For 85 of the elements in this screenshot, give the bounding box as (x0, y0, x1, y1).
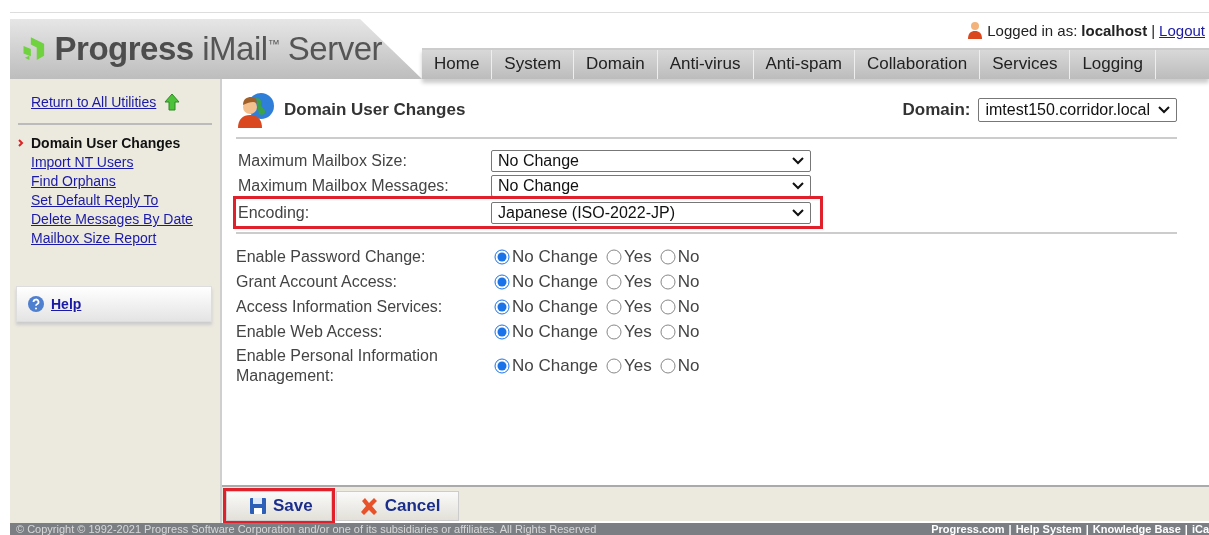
radio-label: No Change (512, 356, 598, 376)
nav-tab[interactable]: System (492, 49, 575, 79)
sidebar-item[interactable]: Find Orphans (31, 173, 116, 189)
radio-button[interactable] (606, 248, 622, 265)
help-link[interactable]: Help (51, 296, 82, 312)
login-label: Logged in as: (987, 21, 1078, 39)
radio-button[interactable] (606, 358, 622, 374)
nav-tab[interactable]: Home (422, 49, 493, 79)
radio-label: No Change (512, 296, 598, 317)
radio-button[interactable] (659, 298, 676, 315)
logo-text: Progress iMail$^{™}$ Server (54, 30, 382, 68)
radio-label: No (677, 296, 700, 317)
chevron-right-icon (18, 139, 24, 147)
user-globe-icon (236, 90, 276, 130)
user-name: localhost (1081, 21, 1148, 39)
sidebar-item[interactable]: Import NT Users (31, 154, 134, 170)
field-label: Maximum Mailbox Size: (238, 151, 408, 170)
up-arrow-icon (164, 93, 181, 111)
sidebar-item[interactable]: Domain User Changes (31, 135, 181, 151)
radio-button[interactable] (659, 273, 676, 290)
radio-button[interactable] (494, 358, 510, 374)
nav-tab[interactable]: Domain (574, 49, 658, 79)
footer-link[interactable]: Help System (1015, 523, 1082, 535)
chevron-icon (1158, 106, 1170, 114)
footer-link[interactable]: iCa (1191, 523, 1209, 535)
field-label: Encoding: (238, 203, 311, 222)
cross-icon (358, 496, 379, 516)
radio-label: Yes (624, 271, 652, 292)
field-label: Enable Web Access: (236, 321, 384, 342)
nav-tab[interactable]: Anti-virus (657, 49, 754, 79)
domain-select[interactable]: imtest150.corridor.local (978, 98, 1177, 122)
radio-button[interactable] (494, 248, 510, 265)
radio-button[interactable] (494, 298, 510, 315)
field-label: Maximum Mailbox Messages: (238, 176, 450, 195)
dropdown-field[interactable]: No Change (491, 174, 811, 197)
separator: | (1008, 523, 1012, 535)
radio-label: No (677, 271, 700, 292)
separator: | (1151, 21, 1156, 39)
radio-label: Yes (624, 356, 652, 376)
sidebar-item[interactable]: Delete Messages By Date (31, 211, 193, 227)
radio-button[interactable] (659, 358, 676, 374)
chevron-icon (792, 181, 804, 190)
radio-button[interactable] (494, 323, 510, 340)
sidebar-item[interactable]: Set Default Reply To (31, 192, 159, 208)
radio-label: Yes (624, 246, 652, 267)
field-label: Enable Password Change: (236, 246, 427, 267)
field-label: Grant Account Access: (236, 271, 398, 292)
radio-label: No Change (512, 246, 598, 267)
field-label: Access Information Services: (236, 296, 444, 317)
copyright-text: © Copyright © 1992-2021 Progress Software Corporation and/or one of its subsidiaries or affiliates. All Rights Reserved (16, 523, 597, 535)
field-label: Enable Personal Information Management: (236, 346, 439, 386)
radio-button[interactable] (606, 273, 622, 290)
footer-link[interactable]: Knowledge Base (1092, 523, 1181, 535)
separator: | (1085, 523, 1089, 535)
radio-button[interactable] (606, 323, 622, 340)
radio-button[interactable] (606, 298, 622, 315)
save-button[interactable]: Save (226, 491, 332, 521)
user-icon (967, 21, 984, 40)
logout-link[interactable]: Logout (1159, 21, 1205, 39)
footer-link[interactable]: Progress.com (931, 523, 1005, 535)
radio-label: No (677, 246, 700, 267)
nav-tab[interactable]: Services (980, 49, 1071, 79)
domain-label: Domain: (902, 100, 971, 120)
help-icon (27, 295, 45, 313)
chevron-icon (792, 156, 804, 165)
chevron-icon (792, 208, 804, 217)
radio-label: Yes (624, 296, 652, 317)
radio-button[interactable] (659, 323, 676, 340)
nav-tab[interactable]: Anti-spam (753, 49, 856, 79)
radio-label: Yes (624, 321, 652, 342)
radio-label: No (677, 356, 700, 376)
return-link[interactable]: Return to All Utilities (31, 94, 157, 110)
nav-tab[interactable]: Logging (1070, 49, 1156, 79)
separator: | (1184, 523, 1188, 535)
dropdown-field[interactable]: Japanese (ISO-2022-JP) (491, 201, 811, 224)
dropdown-field[interactable]: No Change (491, 149, 811, 172)
radio-label: No Change (512, 321, 598, 342)
nav-tab[interactable]: Collaboration (855, 49, 981, 79)
sidebar-item[interactable]: Mailbox Size Report (31, 230, 157, 246)
page-title: Domain User Changes (284, 100, 467, 120)
radio-label: No (677, 321, 700, 342)
radio-button[interactable] (659, 248, 676, 265)
cancel-button[interactable]: Cancel (335, 491, 460, 521)
radio-label: No Change (512, 271, 598, 292)
radio-button[interactable] (494, 273, 510, 290)
